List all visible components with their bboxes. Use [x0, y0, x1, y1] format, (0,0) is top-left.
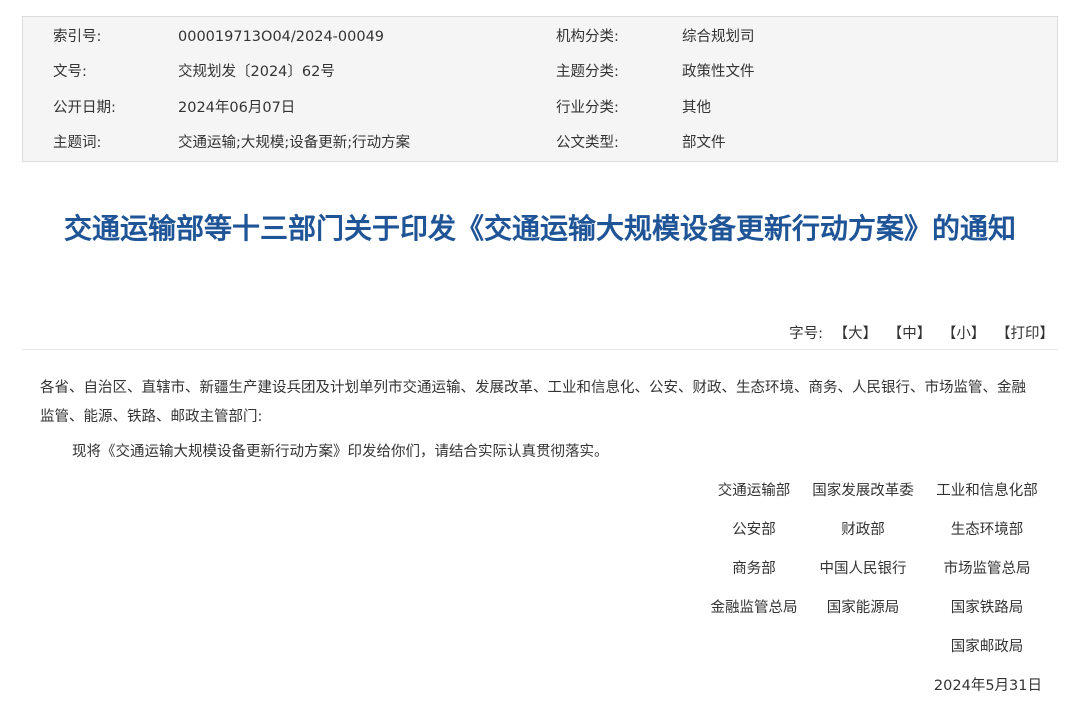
font-medium-button[interactable]: 【中】 — [888, 324, 932, 344]
doc-number-label: 文号: — [53, 64, 87, 80]
doc-number-value: 交规划发〔2024〕62号 — [178, 64, 335, 80]
recipients-paragraph: 各省、自治区、直辖市、新疆生产建设兵团及计划单列市交通运输、发展改革、工业和信息… — [40, 380, 1026, 425]
signing-date: 2024年5月31日 — [933, 678, 1042, 694]
agency-category-label: 机构分类: — [556, 29, 619, 45]
font-large-button[interactable]: 【大】 — [834, 324, 878, 344]
font-size-label: 字号: — [789, 326, 824, 342]
index-number-value: 000019713O04/2024-00049 — [178, 29, 385, 45]
publish-date-label: 公开日期: — [53, 100, 116, 116]
signatory-agency: 生态环境部 — [950, 522, 1024, 538]
topic-category-value: 政策性文件 — [682, 64, 755, 80]
print-button[interactable]: 【打印】 — [996, 324, 1054, 344]
notice-paragraph: 现将《交通运输大规模设备更新行动方案》印发给你们，请结合实际认真贯彻落实。 — [72, 444, 609, 460]
agency-category-value: 综合规划司 — [682, 29, 755, 45]
index-number-label: 索引号: — [53, 29, 102, 45]
font-size-toolbar: 字号: 【大】 【中】 【小】 【打印】 — [789, 324, 1054, 344]
signatory-agency: 市场监管总局 — [943, 561, 1031, 577]
document-title: 交通运输部等十三部门关于印发《交通运输大规模设备更新行动方案》的通知 — [63, 212, 1016, 245]
divider — [22, 349, 1058, 350]
signatory-agency: 国家邮政局 — [950, 639, 1024, 655]
industry-category-label: 行业分类: — [556, 100, 619, 116]
keywords-value: 交通运输;大规模;设备更新;行动方案 — [178, 135, 411, 151]
font-small-button[interactable]: 【小】 — [942, 324, 986, 344]
keywords-label: 主题词: — [53, 135, 102, 151]
signatory-agency: 国家铁路局 — [950, 600, 1024, 616]
signatory-agency: 工业和信息化部 — [936, 483, 1038, 499]
topic-category-label: 主题分类: — [556, 64, 619, 80]
doc-type-value: 部文件 — [682, 135, 726, 151]
publish-date-value: 2024年06月07日 — [178, 100, 296, 116]
industry-category-value: 其他 — [682, 100, 711, 116]
metadata-panel: 索引号: 000019713O04/2024-00049 机构分类: 综合规划司文号:… — [22, 16, 1058, 162]
doc-type-label: 公文类型: — [556, 135, 619, 151]
